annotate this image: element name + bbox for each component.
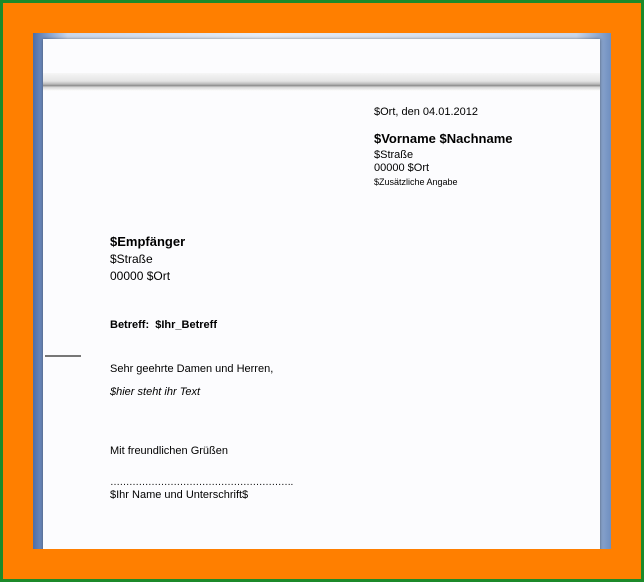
salutation: Sehr geehrte Damen und Herren, xyxy=(110,363,274,375)
header-band xyxy=(43,73,600,91)
closing-greeting: Mit freundlichen Grüßen xyxy=(110,445,228,457)
date-line: $Ort, den 04.01.2012 xyxy=(374,106,478,118)
subject-line: Betreff: $Ihr_Betreff xyxy=(110,319,217,331)
recipient-street: $Straße xyxy=(110,252,153,266)
letter-page xyxy=(43,39,600,549)
sender-extra: $Zusätzliche Angabe xyxy=(374,177,458,187)
sender-name: $Vorname $Nachname xyxy=(374,131,513,146)
recipient-city: 00000 $Ort xyxy=(110,269,171,283)
sender-street: $Straße xyxy=(374,149,414,161)
document-viewport xyxy=(33,33,611,549)
recipient-name: $Empfänger xyxy=(110,234,186,249)
signature-line: …………………………………………………. xyxy=(110,477,293,488)
fold-mark xyxy=(45,355,81,357)
sender-city: 00000 $Ort xyxy=(374,162,430,174)
subject-value: $Ihr_Betreff xyxy=(155,319,217,331)
body-text: $hier steht ihr Text xyxy=(110,386,201,398)
subject-label: Betreff: xyxy=(110,319,150,331)
signature-name: $Ihr Name und Unterschrift$ xyxy=(110,489,249,501)
